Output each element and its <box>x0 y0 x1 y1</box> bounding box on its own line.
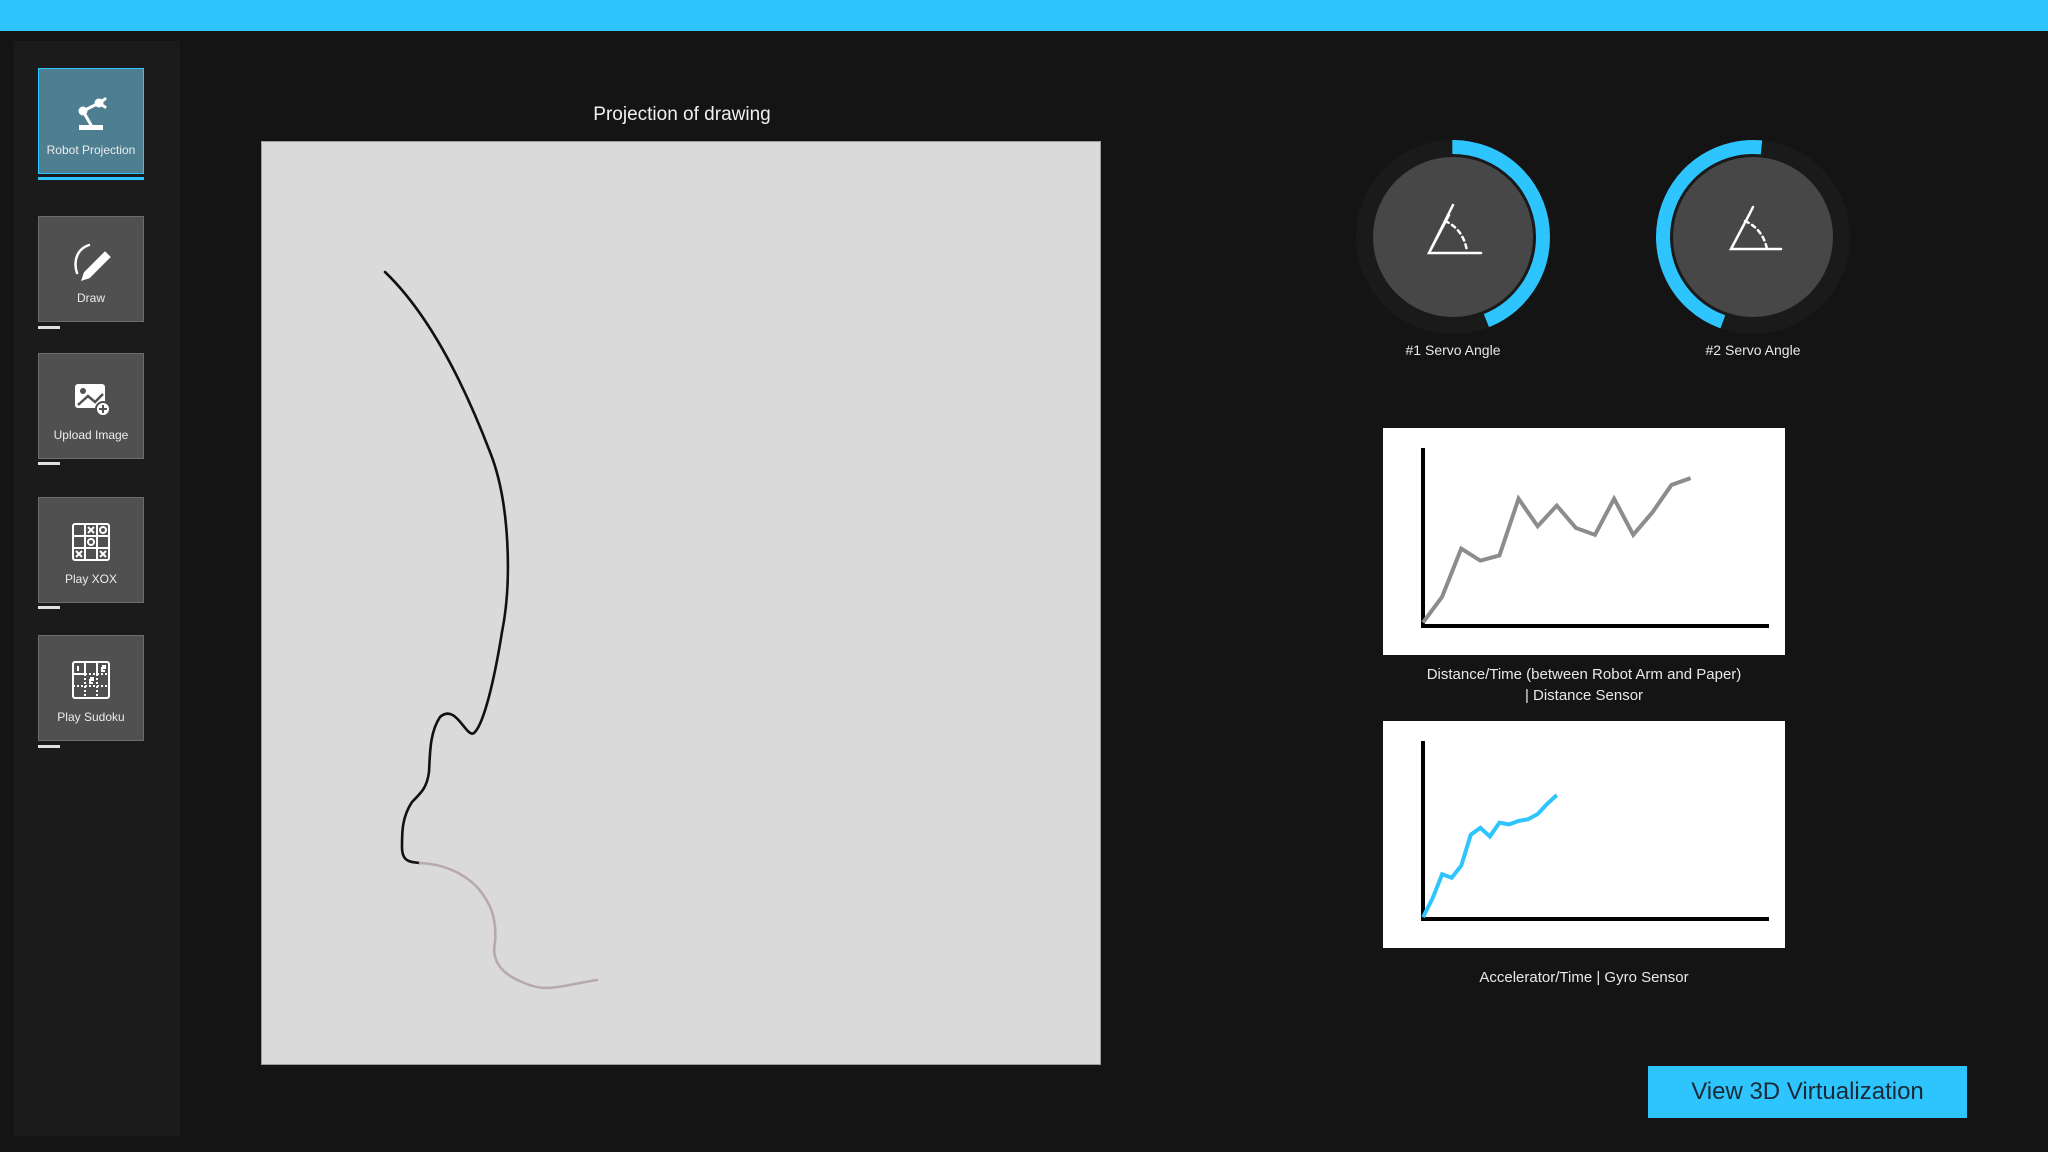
sudoku-grid-icon <box>69 658 113 702</box>
angle-icon <box>1721 197 1785 261</box>
gyro-chart-caption: Accelerator/Time | Gyro Sensor <box>1479 969 1689 986</box>
servo-2-gauge <box>1653 137 1853 337</box>
angle-icon <box>1421 197 1485 261</box>
active-indicator <box>38 177 144 180</box>
projected-path <box>418 861 599 990</box>
canvas-title: Projection of drawing <box>593 104 771 125</box>
servo-1-label: #1 Servo Angle <box>1405 342 1501 358</box>
gyro-chart <box>1383 721 1785 948</box>
image-add-icon <box>69 376 113 420</box>
sidebar-item-upload-image[interactable]: Upload Image <box>38 353 144 459</box>
view-3d-virtualization-button[interactable]: View 3D Virtualization <box>1648 1066 1967 1118</box>
distance-chart-caption: Distance/Time (between Robot Arm and Pap… <box>1383 664 1785 706</box>
sidebar-item-label: Play XOX <box>64 572 118 586</box>
item-indicator <box>38 462 60 465</box>
sidebar-item-play-xox[interactable]: Play XOX <box>38 497 144 603</box>
drawing-canvas[interactable] <box>261 141 1101 1065</box>
drawn-path <box>383 270 510 865</box>
top-bar <box>0 0 2048 31</box>
item-indicator <box>38 326 60 329</box>
distance-chart <box>1383 428 1785 655</box>
sidebar-item-label: Robot Projection <box>46 143 136 157</box>
sidebar-item-label: Play Sudoku <box>57 710 125 724</box>
distance-chart-series-line <box>1421 476 1692 624</box>
servo-2-label: #2 Servo Angle <box>1705 342 1801 358</box>
sidebar-item-robot-projection[interactable]: Robot Projection <box>38 68 144 174</box>
sidebar-item-label: Draw <box>76 291 105 305</box>
gyro-chart-series-line <box>1421 793 1559 919</box>
distance-caption-line1: Distance/Time (between Robot Arm and Pap… <box>1426 666 1742 683</box>
item-indicator <box>38 745 60 748</box>
robot-arm-icon <box>69 91 113 135</box>
distance-caption-line2: | Distance Sensor <box>1524 687 1644 704</box>
tic-tac-toe-icon <box>69 520 113 564</box>
sidebar-item-draw[interactable]: Draw <box>38 216 144 322</box>
sidebar-item-play-sudoku[interactable]: Play Sudoku <box>38 635 144 741</box>
sidebar-item-label: Upload Image <box>53 428 129 442</box>
item-indicator <box>38 606 60 609</box>
pen-drawing-icon <box>69 239 113 283</box>
servo-1-gauge <box>1353 137 1553 337</box>
